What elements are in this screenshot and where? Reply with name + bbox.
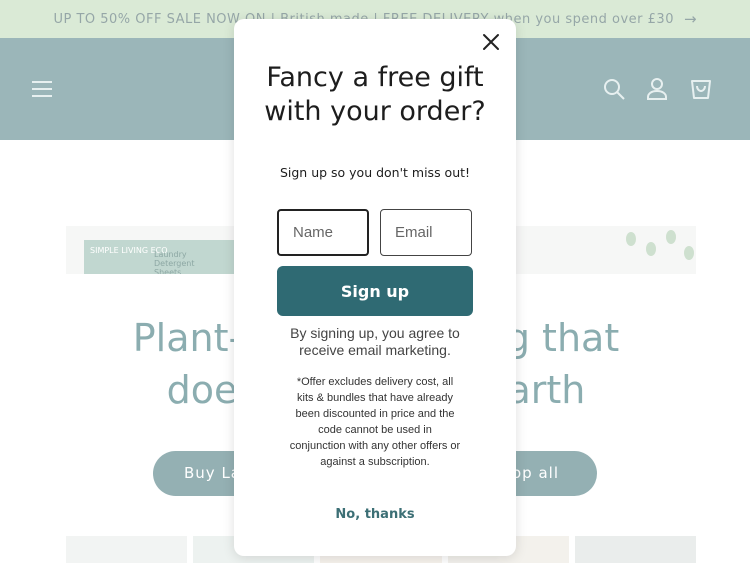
email-field[interactable] [380, 209, 472, 256]
name-field[interactable] [277, 209, 369, 256]
sign-up-button[interactable]: Sign up [277, 266, 473, 316]
no-thanks-button[interactable]: No, thanks [234, 507, 516, 522]
popup-subtitle: Sign up so you don't miss out! [279, 165, 471, 180]
consent-text: By signing up, you agree to receive emai… [290, 325, 460, 358]
offer-disclaimer: *Offer excludes delivery cost, all kits … [289, 376, 461, 468]
popup-title: Fancy a free gift with your order? [264, 62, 486, 127]
signup-popup: Fancy a free gift with your order? Sign … [234, 19, 516, 556]
close-icon[interactable] [480, 31, 502, 53]
